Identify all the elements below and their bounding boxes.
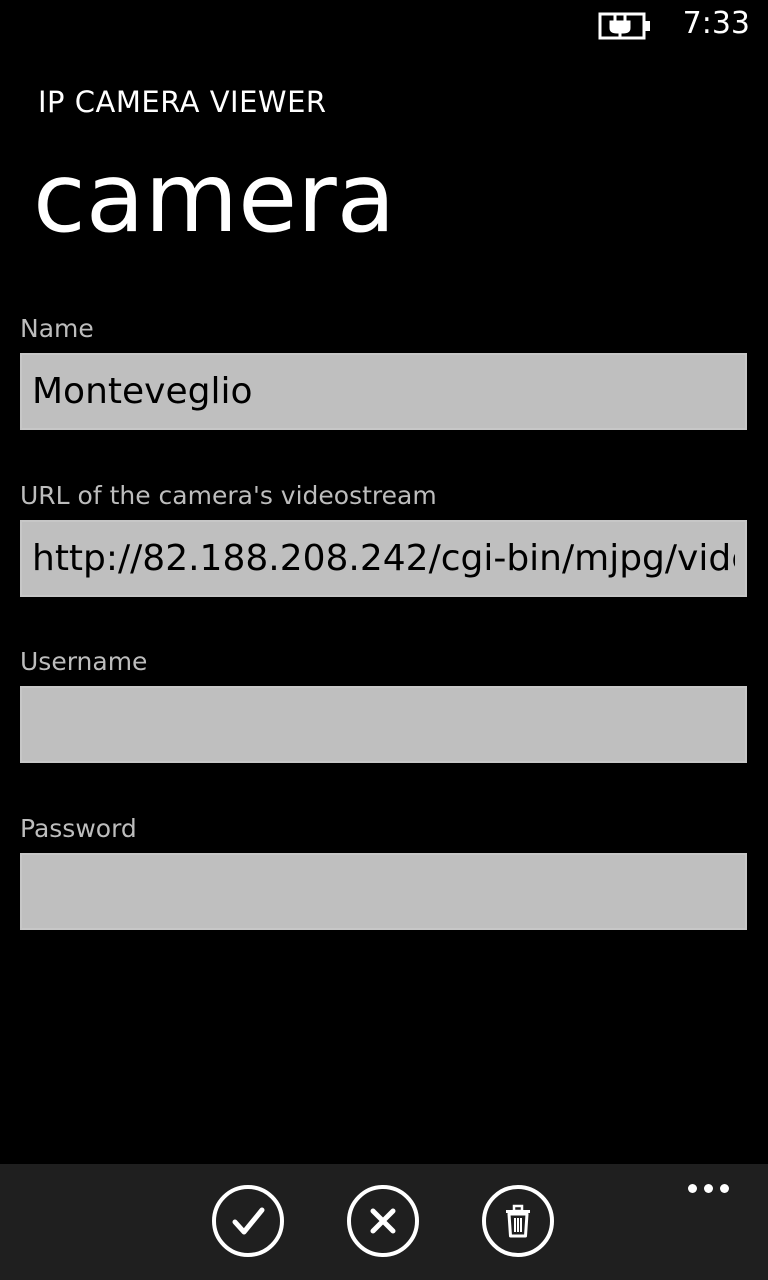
trash-icon (506, 1204, 530, 1238)
check-icon (232, 1207, 265, 1235)
ellipsis-icon (688, 1184, 697, 1193)
username-field[interactable] (20, 686, 747, 763)
name-field[interactable] (20, 353, 747, 430)
url-label: URL of the camera's videostream (20, 481, 437, 510)
app-bar (0, 1164, 768, 1280)
battery-charging-icon (598, 12, 650, 40)
close-icon (370, 1208, 396, 1234)
status-bar: 7:33 (0, 0, 768, 52)
password-label: Password (20, 814, 137, 843)
page-title: camera (33, 142, 396, 254)
clock: 7:33 (682, 6, 750, 41)
username-label: Username (20, 647, 148, 676)
url-field[interactable] (20, 520, 747, 597)
cancel-button[interactable] (347, 1185, 419, 1257)
ellipsis-icon (720, 1184, 729, 1193)
app-title: IP CAMERA VIEWER (38, 85, 327, 119)
save-button[interactable] (212, 1185, 284, 1257)
password-field[interactable] (20, 853, 747, 930)
delete-button[interactable] (482, 1185, 554, 1257)
more-options-button[interactable] (688, 1176, 730, 1200)
ellipsis-icon (704, 1184, 713, 1193)
name-label: Name (20, 314, 94, 343)
